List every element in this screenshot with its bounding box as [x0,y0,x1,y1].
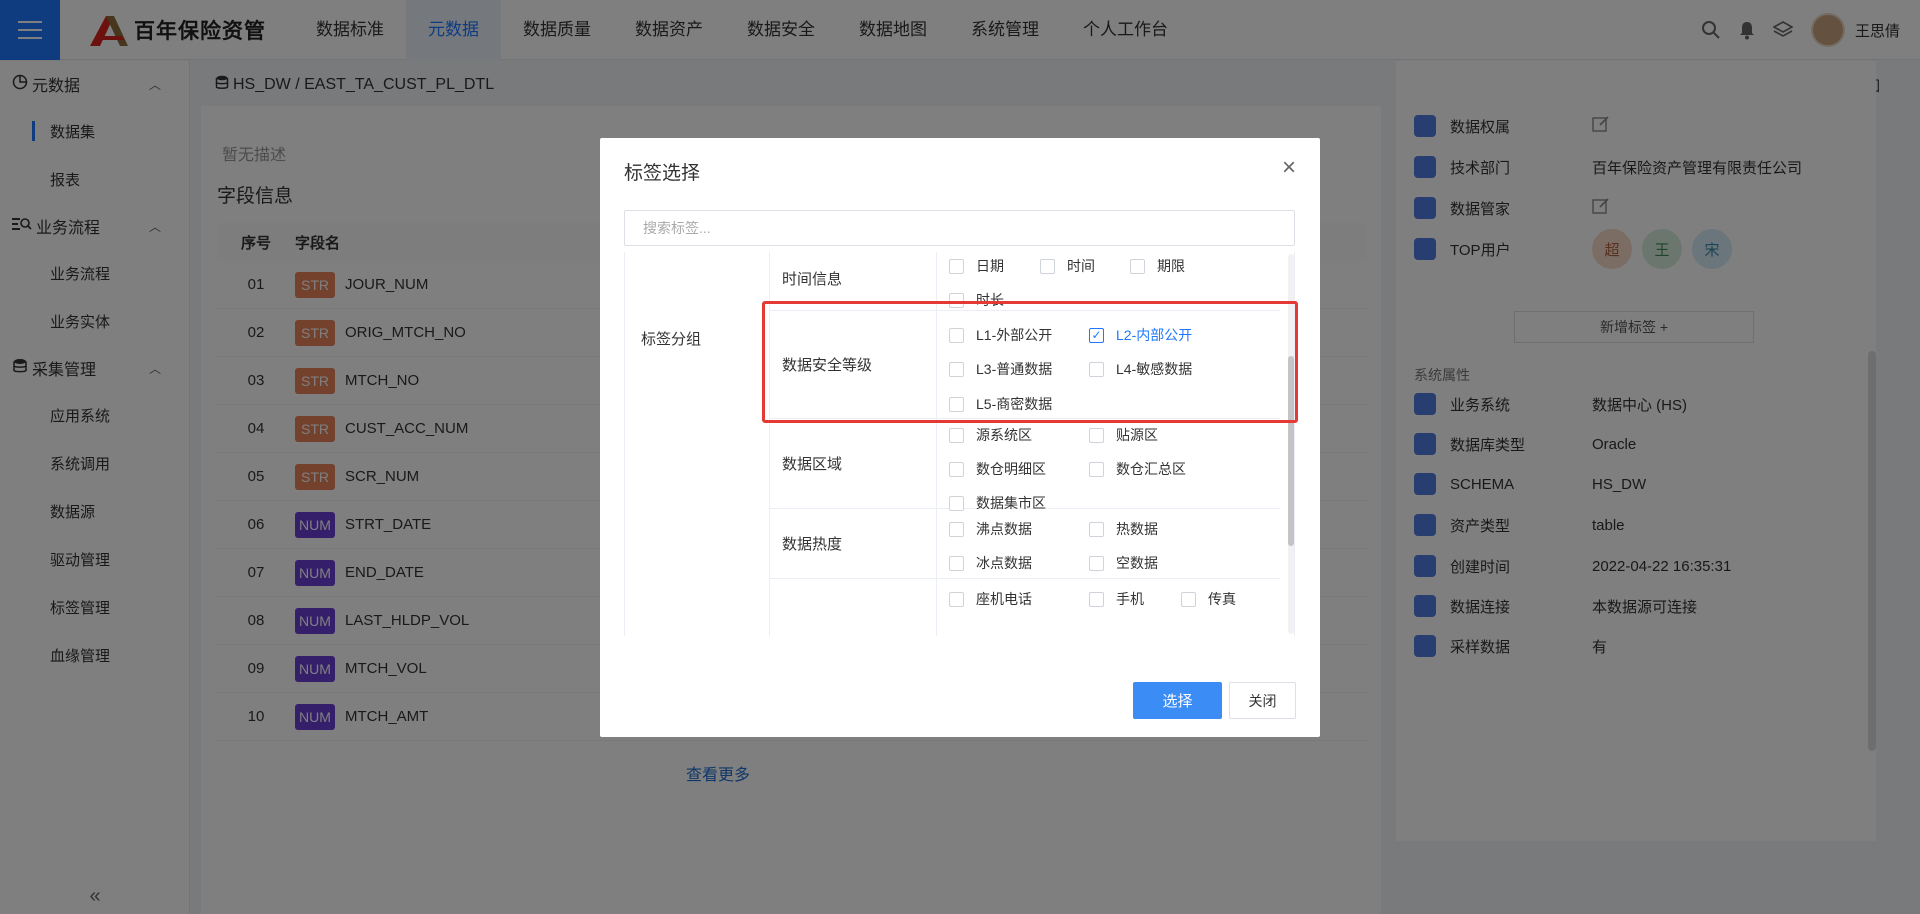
dialog-title: 标签选择 [624,163,701,184]
checkbox-icon[interactable] [1130,258,1145,274]
tag-option[interactable]: 数仓明细区 [949,459,1046,479]
highlight-box [762,301,1298,423]
tag-option-label: 期限 [1157,258,1185,274]
checkbox-icon[interactable] [1040,258,1055,274]
tag-option-label: 座机电话 [976,591,1032,607]
checkbox-icon[interactable] [1089,555,1104,571]
tag-option-label: 热数据 [1116,521,1158,537]
checkbox-icon[interactable] [1089,427,1104,443]
tag-option-label: 贴源区 [1116,427,1158,443]
tag-category-name: 数据区域 [770,419,937,508]
tag-option[interactable]: 日期 [949,256,1004,276]
tag-select-dialog: 标签选择 × 搜索标签... 标签分组 时间信息 日期 时间 期限 时长 数据安全等级 L1… [600,138,1320,737]
close-button[interactable]: 关闭 [1229,682,1296,719]
tag-option[interactable]: 冰点数据 [949,553,1032,573]
tag-search-input[interactable]: 搜索标签... [624,210,1295,246]
tag-option[interactable]: 空数据 [1089,553,1158,573]
tag-option-label: 数仓汇总区 [1116,461,1186,477]
tag-group-column: 标签分组 [625,252,770,636]
tag-option-label: 空数据 [1116,555,1158,571]
tag-category-name: 数据热度 [770,509,937,578]
checkbox-icon[interactable] [949,591,964,607]
tag-option[interactable]: 热数据 [1089,519,1158,539]
tag-option[interactable]: 手机 [1089,589,1144,609]
tag-option[interactable]: 座机电话 [949,589,1032,609]
tag-option-label: 传真 [1208,591,1236,607]
checkbox-icon[interactable] [949,461,964,477]
tag-option-label: 日期 [976,258,1004,274]
checkbox-icon[interactable] [949,258,964,274]
tag-option-label: 源系统区 [976,427,1032,443]
tag-option-label: 时间 [1067,258,1095,274]
checkbox-icon[interactable] [1089,591,1104,607]
tag-option[interactable]: 时间 [1040,256,1095,276]
checkbox-icon[interactable] [949,427,964,443]
tag-option-label: 冰点数据 [976,555,1032,571]
tag-category-row: 数据区域 源系统区 贴源区 数仓明细区 数仓汇总区 数据集市区 [770,419,1280,511]
tag-option-label: 数仓明细区 [976,461,1046,477]
tag-group-label: 标签分组 [641,331,702,348]
tag-option[interactable]: 传真 [1181,589,1236,609]
tag-option[interactable]: 贴源区 [1089,425,1158,445]
tag-category-row: 数据热度 沸点数据 热数据冰点数据 空数据 [770,509,1280,579]
tag-option[interactable]: 源系统区 [949,425,1032,445]
tag-option[interactable]: 沸点数据 [949,519,1032,539]
checkbox-icon[interactable] [1181,591,1196,607]
tag-option[interactable]: 数仓汇总区 [1089,459,1186,479]
checkbox-icon[interactable] [949,521,964,537]
tag-option-label: 沸点数据 [976,521,1032,537]
select-button[interactable]: 选择 [1133,682,1222,719]
checkbox-icon[interactable] [949,555,964,571]
tag-category-row: 座机电话 手机 传真 [770,579,1280,636]
tag-category-name [770,579,937,636]
tag-option[interactable]: 期限 [1130,256,1185,276]
checkbox-icon[interactable] [1089,461,1104,477]
close-icon[interactable]: × [1282,156,1296,180]
checkbox-icon[interactable] [1089,521,1104,537]
tag-option-label: 手机 [1116,591,1144,607]
